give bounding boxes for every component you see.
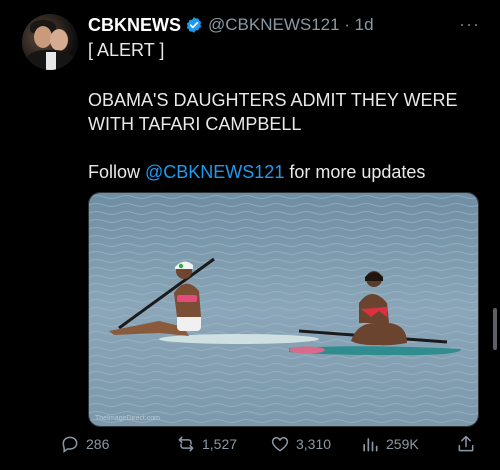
reply-icon xyxy=(62,436,78,453)
tweet-photo[interactable]: TheImageDirect.com xyxy=(88,192,479,427)
reply-count: 286 xyxy=(86,436,110,452)
tweet: CBKNEWS @CBKNEWS121 · 1d ··· [ ALERT ] O… xyxy=(0,0,500,470)
scrollbar-thumb[interactable] xyxy=(493,308,497,350)
photo-watermark: TheImageDirect.com xyxy=(95,415,160,422)
heart-icon xyxy=(271,436,289,452)
verified-badge-icon xyxy=(186,17,202,33)
repost-icon xyxy=(178,436,194,452)
tweet-header: CBKNEWS @CBKNEWS121 · 1d ··· xyxy=(88,14,480,36)
views-count: 259K xyxy=(386,436,419,452)
like-button[interactable]: 3,310 xyxy=(270,430,331,458)
views-chart-icon xyxy=(363,438,378,452)
photo-scene xyxy=(89,193,478,426)
alert-line: [ ALERT ] xyxy=(88,40,165,60)
avatar[interactable] xyxy=(22,14,78,70)
follow-prefix: Follow xyxy=(88,162,146,182)
mention-link[interactable]: @CBKNEWS121 xyxy=(145,162,284,182)
repost-button[interactable]: 1,527 xyxy=(176,430,237,458)
handle-and-time[interactable]: @CBKNEWS121 · 1d xyxy=(208,15,374,35)
headline-line-2: WITH TAFARI CAMPBELL xyxy=(88,114,302,134)
more-dots-icon[interactable]: ··· xyxy=(459,14,480,35)
reply-button[interactable]: 286 xyxy=(60,430,109,458)
share-button[interactable] xyxy=(456,430,482,458)
like-count: 3,310 xyxy=(296,436,332,452)
repost-count: 1,527 xyxy=(202,436,238,452)
follow-line: Follow @CBKNEWS121 for more updates xyxy=(88,160,425,184)
left-paddleboard xyxy=(159,334,319,344)
display-name[interactable]: CBKNEWS xyxy=(88,15,181,36)
share-icon xyxy=(458,435,474,452)
headline-line-1: OBAMA'S DAUGHTERS ADMIT THEY WERE xyxy=(88,90,458,110)
follow-suffix: for more updates xyxy=(284,162,426,182)
action-bar: 286 1,527 3,310 259K xyxy=(60,430,480,458)
views-button[interactable]: 259K xyxy=(360,430,419,458)
